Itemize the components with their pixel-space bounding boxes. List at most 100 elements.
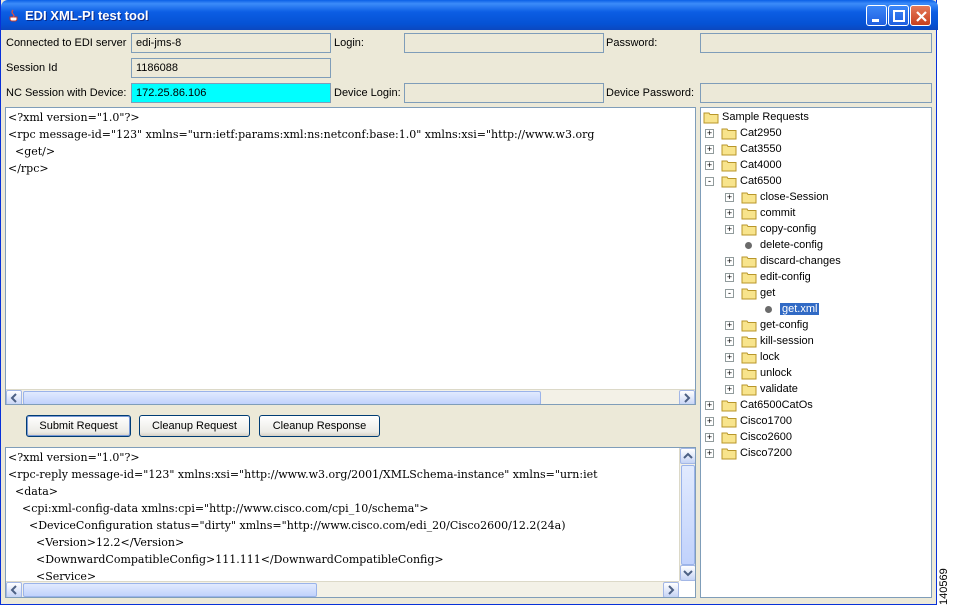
folder-icon [741, 336, 757, 348]
tree-node-label: copy-config [760, 223, 817, 235]
tree-node-label: get-config [760, 319, 809, 331]
password-field[interactable] [700, 33, 932, 53]
scroll-left-button[interactable] [6, 390, 22, 404]
device-password-field[interactable] [700, 83, 932, 103]
response-hscrollbar[interactable] [6, 581, 679, 597]
expand-icon[interactable]: + [705, 129, 714, 138]
close-button[interactable] [910, 5, 931, 26]
scroll-up-button[interactable] [680, 448, 695, 464]
folder-open-icon [703, 112, 719, 124]
tree-node-label: get [760, 287, 776, 299]
tree-node-label: edit-config [760, 271, 811, 283]
device-login-field[interactable] [404, 83, 604, 103]
java-cup-icon [9, 9, 18, 22]
response-vscrollbar[interactable] [679, 448, 695, 581]
minimize-icon [872, 19, 879, 22]
expand-icon[interactable]: + [725, 193, 734, 202]
scroll-left-button[interactable] [6, 582, 22, 597]
response-viewer[interactable]: <?xml version="1.0"?> <rpc-reply message-… [5, 447, 696, 598]
folder-icon [721, 160, 737, 172]
tree-node-label: Cat6500CatOs [740, 399, 813, 411]
expand-icon[interactable]: + [705, 417, 714, 426]
session-id-field[interactable]: 1186088 [131, 58, 331, 78]
device-password-label: Device Password: [606, 87, 695, 99]
tree-node-label: discard-changes [760, 255, 841, 267]
tree-node-label: Cat2950 [740, 127, 782, 139]
collapse-icon[interactable]: - [725, 289, 734, 298]
expand-icon[interactable]: + [725, 369, 734, 378]
session-id-label: Session Id [6, 62, 58, 74]
maximize-button[interactable] [888, 5, 909, 26]
request-hscrollbar[interactable] [6, 389, 695, 404]
folder-icon [741, 224, 757, 236]
tree-node-label: Cat6500 [740, 175, 782, 187]
folder-icon [741, 384, 757, 396]
chevron-down-icon [683, 570, 693, 577]
device-login-label: Device Login: [334, 87, 401, 99]
folder-icon [741, 272, 757, 284]
cleanup-request-button[interactable]: Cleanup Request [139, 415, 250, 437]
expand-icon[interactable]: + [725, 385, 734, 394]
chevron-up-icon [683, 452, 693, 459]
expand-icon[interactable]: + [705, 145, 714, 154]
title-bar[interactable]: EDI XML-PI test tool [1, 0, 938, 30]
response-vscroll-thumb[interactable] [681, 465, 695, 565]
connected-server-field[interactable]: edi-jms-8 [131, 33, 331, 53]
code-line: </rpc> [8, 162, 49, 175]
response-xml[interactable]: <?xml version="1.0"?> <rpc-reply message-… [6, 448, 695, 585]
expand-icon[interactable]: + [705, 161, 714, 170]
sample-requests-tree[interactable]: Sample Requests + Cat2950 + Cat3550 + Cat4000… [700, 107, 932, 598]
scroll-down-button[interactable] [680, 565, 695, 581]
tree-node-label: unlock [760, 367, 792, 379]
login-field[interactable] [404, 33, 604, 53]
expand-icon[interactable]: + [725, 225, 734, 234]
tree-node-label: Cisco7200 [740, 447, 792, 459]
request-xml[interactable]: <?xml version="1.0"?> <rpc message-id="12… [6, 108, 695, 177]
connected-label: Connected to EDI server [6, 37, 127, 49]
client-area: Connected to EDI server edi-jms-8 Login:… [4, 30, 934, 602]
folder-icon [721, 128, 737, 140]
tree-node-label: validate [760, 383, 798, 395]
tree-node-label: close-Session [760, 191, 829, 203]
tree-root-label: Sample Requests [722, 111, 809, 123]
tree-node-label: delete-config [760, 239, 823, 251]
code-line: <get/> [8, 145, 56, 158]
code-line: <rpc-reply message-id="123" xmlns:xsi="h… [8, 468, 598, 481]
cleanup-response-button[interactable]: Cleanup Response [259, 415, 380, 437]
password-label: Password: [606, 37, 658, 49]
request-editor[interactable]: <?xml version="1.0"?> <rpc message-id="12… [5, 107, 696, 405]
chevron-right-icon [668, 585, 675, 595]
expand-icon[interactable]: + [725, 257, 734, 266]
code-line: <?xml version="1.0"?> [8, 111, 140, 124]
tree-node-label: Cisco2600 [740, 431, 792, 443]
tree-node-label: lock [760, 351, 780, 363]
collapse-icon[interactable]: - [705, 177, 714, 186]
tree-node-label: commit [760, 207, 796, 219]
submit-request-button[interactable]: Submit Request [26, 415, 131, 437]
scroll-right-button[interactable] [679, 390, 695, 404]
request-hscroll-thumb[interactable] [23, 391, 541, 404]
folder-icon [741, 256, 757, 268]
expand-icon[interactable]: + [725, 353, 734, 362]
nc-session-field[interactable]: 172.25.86.106 [131, 83, 331, 103]
expand-icon[interactable]: + [725, 273, 734, 282]
expand-icon[interactable]: + [705, 401, 714, 410]
figure-id: 140569 [938, 568, 950, 605]
code-line: <?xml version="1.0"?> [8, 451, 140, 464]
expand-icon[interactable]: + [725, 321, 734, 330]
folder-icon [721, 144, 737, 156]
expand-icon[interactable]: + [725, 337, 734, 346]
expand-icon[interactable]: + [705, 449, 714, 458]
code-line: <DeviceConfiguration status="dirty" xmln… [8, 519, 566, 532]
expand-icon[interactable]: + [705, 433, 714, 442]
expand-icon[interactable]: + [725, 209, 734, 218]
minimize-button[interactable] [866, 5, 887, 26]
response-hscroll-thumb[interactable] [23, 583, 317, 597]
tree-node-label: Cat4000 [740, 159, 782, 171]
scroll-right-button[interactable] [663, 582, 679, 597]
tree-node-label: kill-session [760, 335, 814, 347]
window-title: EDI XML-PI test tool [25, 8, 149, 23]
code-line: <DownwardCompatibleConfig>111.111</Downw… [8, 553, 444, 566]
nc-session-label: NC Session with Device: [6, 87, 127, 99]
folder-icon [721, 432, 737, 444]
